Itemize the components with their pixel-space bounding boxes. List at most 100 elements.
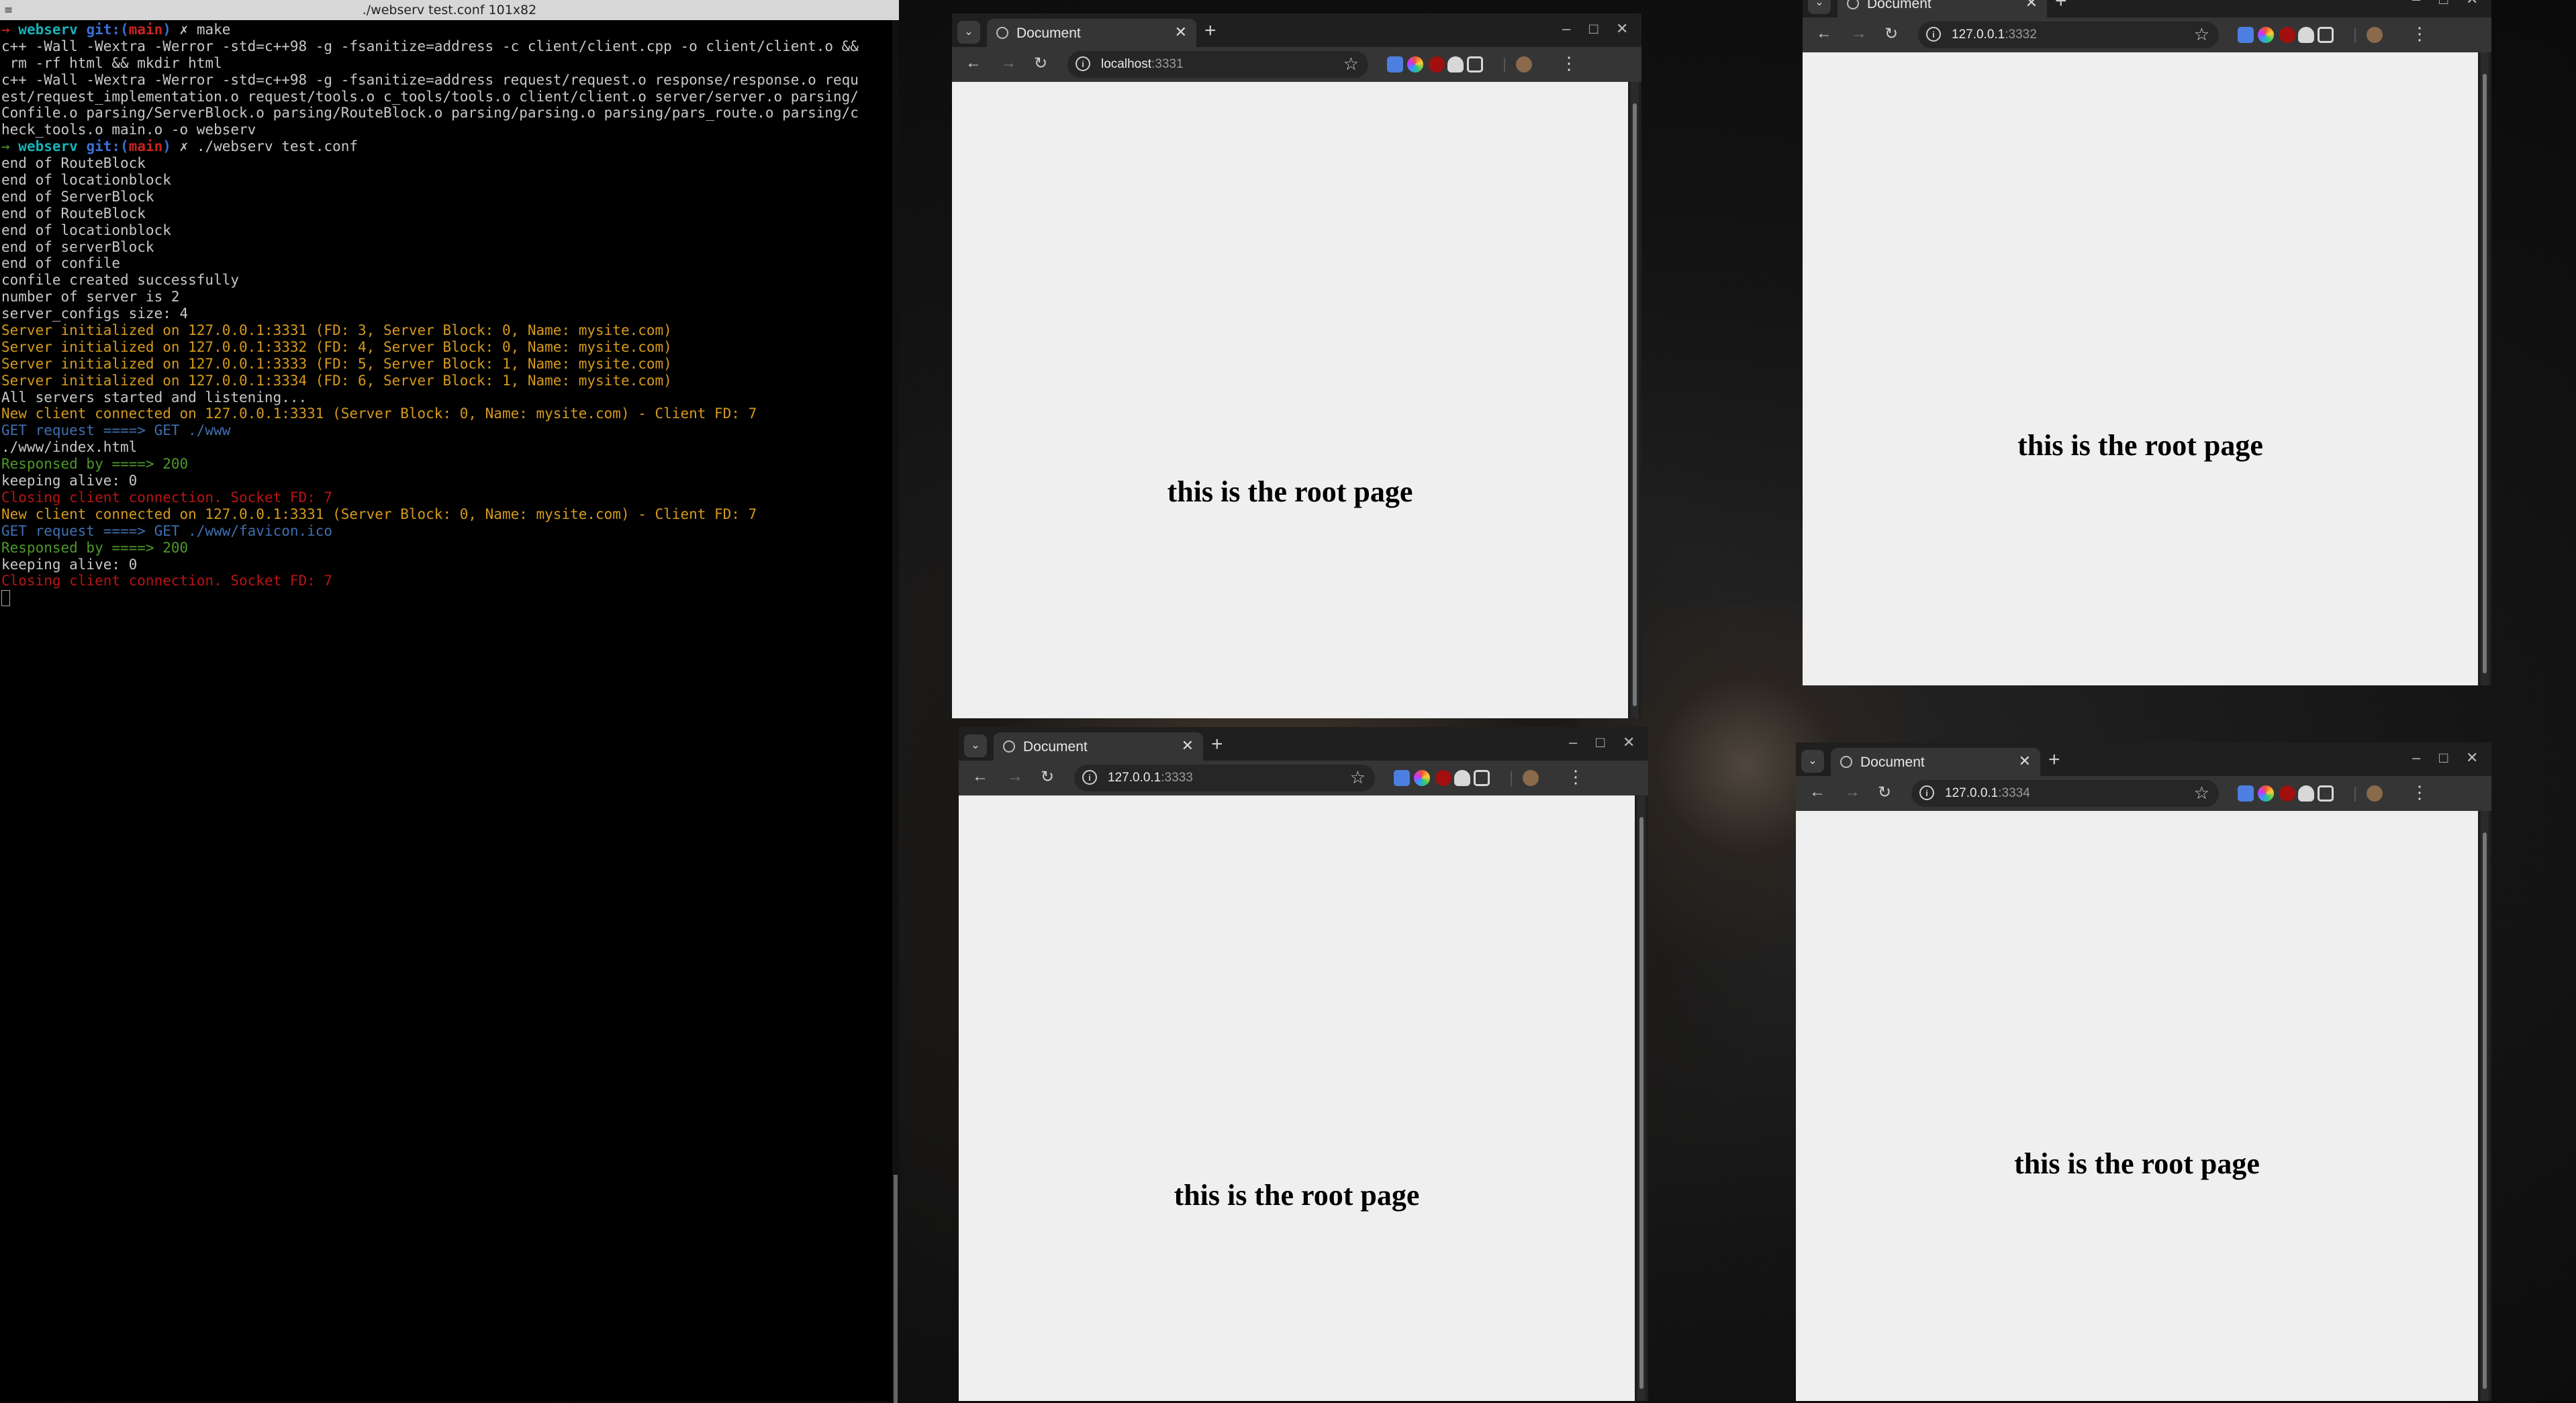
reload-icon[interactable]: ↻ xyxy=(1878,783,1891,802)
minimize-icon[interactable]: – xyxy=(2412,0,2420,8)
profile-avatar-icon[interactable] xyxy=(2367,785,2383,802)
color-picker-extension-icon[interactable] xyxy=(1414,770,1430,786)
site-info-icon[interactable]: i xyxy=(1926,27,1941,42)
tab-search-button[interactable]: ⌄ xyxy=(964,734,987,757)
page-content[interactable]: this is the root page xyxy=(1803,52,2478,685)
forward-icon[interactable]: → xyxy=(1007,767,1023,786)
tab-close-icon[interactable]: ✕ xyxy=(2019,753,2031,770)
address-bar[interactable]: i 127.0.0.1:3333 ☆ xyxy=(1074,765,1375,791)
page-scrollbar-thumb[interactable] xyxy=(2483,832,2487,1389)
page-scrollbar[interactable] xyxy=(2481,52,2489,685)
minimize-icon[interactable]: – xyxy=(1569,734,1577,751)
terminal-titlebar[interactable]: ≡ ./webserv test.conf 101x82 xyxy=(0,0,899,20)
maximize-icon[interactable]: □ xyxy=(2439,0,2448,8)
new-tab-button[interactable]: + xyxy=(2055,0,2067,13)
page-scrollbar-thumb[interactable] xyxy=(1633,103,1637,706)
terminal-scrollbar-thumb[interactable] xyxy=(894,1175,898,1403)
minimize-icon[interactable]: – xyxy=(2412,749,2420,767)
tab-document[interactable]: Document ✕ xyxy=(987,19,1196,47)
browser-window-3334[interactable]: ⌄ Document ✕ + – □ ✕ ← → ↻ i 127.0.0.1:3… xyxy=(1796,742,2491,1401)
new-tab-button[interactable]: + xyxy=(1211,733,1223,756)
extensions-puzzle-icon[interactable] xyxy=(1467,56,1483,72)
menu-kebab-icon[interactable]: ⋮ xyxy=(2411,783,2428,802)
cloud-extension-icon[interactable] xyxy=(2298,27,2314,43)
ublock-extension-icon[interactable] xyxy=(1429,56,1445,72)
tab-document[interactable]: Document ✕ xyxy=(994,732,1203,761)
profile-avatar-icon[interactable] xyxy=(1523,770,1539,786)
terminal-menu-icon[interactable]: ≡ xyxy=(4,0,13,20)
bookmark-star-icon[interactable]: ☆ xyxy=(2194,24,2209,45)
bookmark-star-icon[interactable]: ☆ xyxy=(1343,54,1359,75)
tab-close-icon[interactable]: ✕ xyxy=(2025,0,2038,11)
terminal-scrollbar[interactable] xyxy=(892,20,899,1403)
page-scrollbar[interactable] xyxy=(1631,82,1639,718)
reload-icon[interactable]: ↻ xyxy=(1041,767,1054,787)
bookmark-star-icon[interactable]: ☆ xyxy=(2194,783,2209,804)
tab-document[interactable]: Document ✕ xyxy=(1831,748,2040,776)
extensions-puzzle-icon[interactable] xyxy=(1474,770,1490,786)
bookmark-star-icon[interactable]: ☆ xyxy=(1350,767,1366,788)
close-window-icon[interactable]: ✕ xyxy=(1616,20,1628,38)
reload-icon[interactable]: ↻ xyxy=(1034,54,1047,73)
cloud-extension-icon[interactable] xyxy=(1454,770,1470,786)
page-scrollbar[interactable] xyxy=(1637,795,1645,1401)
new-tab-button[interactable]: + xyxy=(2048,748,2060,771)
close-window-icon[interactable]: ✕ xyxy=(1623,734,1635,751)
address-bar[interactable]: i localhost:3331 ☆ xyxy=(1067,51,1368,78)
tab-close-icon[interactable]: ✕ xyxy=(1182,737,1194,755)
site-info-icon[interactable]: i xyxy=(1919,785,1934,800)
profile-avatar-icon[interactable] xyxy=(2367,27,2383,43)
tab-close-icon[interactable]: ✕ xyxy=(1175,23,1187,41)
tab-document[interactable]: Document ✕ xyxy=(1838,0,2047,17)
translate-extension-icon[interactable] xyxy=(1394,770,1410,786)
page-scrollbar[interactable] xyxy=(2481,811,2489,1401)
forward-icon[interactable]: → xyxy=(1851,24,1867,43)
color-picker-extension-icon[interactable] xyxy=(2258,27,2274,43)
extensions-puzzle-icon[interactable] xyxy=(2318,785,2334,802)
forward-icon[interactable]: → xyxy=(1844,783,1860,802)
ublock-extension-icon[interactable] xyxy=(1435,770,1451,786)
terminal-window[interactable]: ≡ ./webserv test.conf 101x82 → webserv g… xyxy=(0,0,899,1403)
ublock-extension-icon[interactable] xyxy=(2279,27,2295,43)
ublock-extension-icon[interactable] xyxy=(2279,785,2295,802)
color-picker-extension-icon[interactable] xyxy=(1407,56,1423,72)
back-icon[interactable]: ← xyxy=(972,767,988,786)
close-window-icon[interactable]: ✕ xyxy=(2466,749,2478,767)
address-bar[interactable]: i 127.0.0.1:3332 ☆ xyxy=(1918,21,2219,48)
extensions-puzzle-icon[interactable] xyxy=(2318,27,2334,43)
page-scrollbar-thumb[interactable] xyxy=(1639,817,1643,1389)
tab-search-button[interactable]: ⌄ xyxy=(1808,0,1831,14)
page-content[interactable]: this is the root page xyxy=(1796,811,2478,1401)
back-icon[interactable]: ← xyxy=(965,54,982,72)
site-info-icon[interactable]: i xyxy=(1076,56,1090,71)
profile-avatar-icon[interactable] xyxy=(1516,56,1532,72)
terminal-output[interactable]: → webserv git:(main) ✗ make c++ -Wall -We… xyxy=(0,20,899,607)
menu-kebab-icon[interactable]: ⋮ xyxy=(2411,25,2428,43)
cloud-extension-icon[interactable] xyxy=(1447,56,1464,72)
minimize-icon[interactable]: – xyxy=(1562,20,1570,38)
page-scrollbar-thumb[interactable] xyxy=(2483,74,2487,673)
translate-extension-icon[interactable] xyxy=(2238,785,2254,802)
reload-icon[interactable]: ↻ xyxy=(1885,24,1898,44)
cloud-extension-icon[interactable] xyxy=(2298,785,2314,802)
browser-window-3333[interactable]: ⌄ Document ✕ + – □ ✕ ← → ↻ i 127.0.0.1:3… xyxy=(959,727,1648,1401)
translate-extension-icon[interactable] xyxy=(1387,56,1403,72)
back-icon[interactable]: ← xyxy=(1816,24,1832,43)
menu-kebab-icon[interactable]: ⋮ xyxy=(1567,768,1584,786)
browser-window-3331[interactable]: ⌄ Document ✕ + – □ ✕ ← → ↻ i localhost:3… xyxy=(952,13,1641,718)
site-info-icon[interactable]: i xyxy=(1082,770,1097,785)
maximize-icon[interactable]: □ xyxy=(2439,749,2448,767)
new-tab-button[interactable]: + xyxy=(1204,19,1217,42)
color-picker-extension-icon[interactable] xyxy=(2258,785,2274,802)
translate-extension-icon[interactable] xyxy=(2238,27,2254,43)
tab-search-button[interactable]: ⌄ xyxy=(1801,750,1824,773)
forward-icon[interactable]: → xyxy=(1000,54,1016,72)
maximize-icon[interactable]: □ xyxy=(1589,20,1598,38)
menu-kebab-icon[interactable]: ⋮ xyxy=(1560,54,1578,72)
tab-search-button[interactable]: ⌄ xyxy=(957,21,980,44)
page-content[interactable]: this is the root page xyxy=(959,795,1635,1401)
back-icon[interactable]: ← xyxy=(1809,783,1825,802)
maximize-icon[interactable]: □ xyxy=(1596,734,1605,751)
close-window-icon[interactable]: ✕ xyxy=(2466,0,2478,8)
browser-window-3332[interactable]: ⌄ Document ✕ + – □ ✕ ← → ↻ i 127.0.0.1:3… xyxy=(1803,0,2491,685)
